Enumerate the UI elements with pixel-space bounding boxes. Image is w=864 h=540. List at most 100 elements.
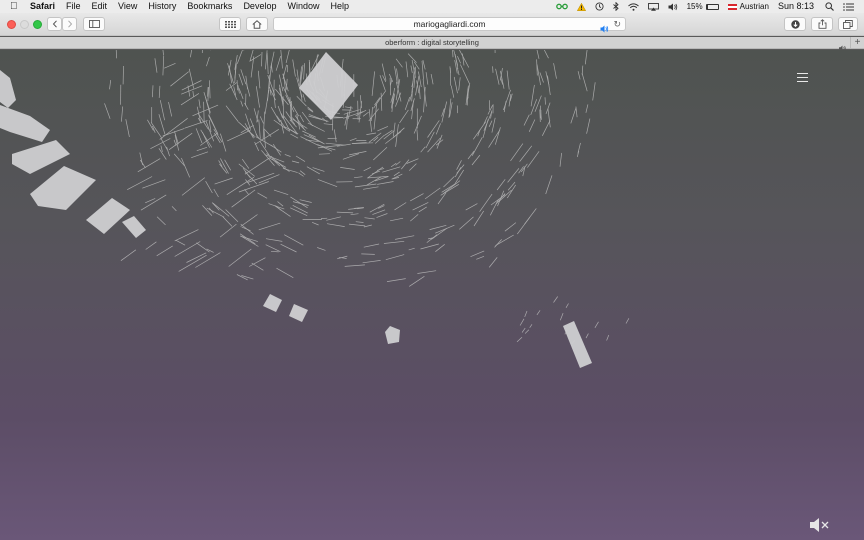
streak-line [443, 180, 461, 194]
streak-line [174, 229, 199, 242]
page-canvas[interactable] [0, 50, 864, 540]
streak-line [317, 179, 338, 188]
streak-line [270, 63, 273, 73]
address-url: mariogagliardi.com [413, 19, 486, 29]
menu-app-safari[interactable]: Safari [30, 0, 55, 13]
streak-line [190, 50, 192, 58]
streak-line [393, 171, 400, 177]
menu-view[interactable]: View [118, 0, 137, 13]
streak-line [410, 65, 413, 74]
streak-line [191, 151, 209, 159]
home-button[interactable] [246, 17, 268, 31]
streak-line [385, 254, 405, 261]
streak-line [413, 61, 420, 70]
window-minimize-button[interactable] [20, 20, 29, 29]
streak-line [333, 129, 337, 143]
sidebar-button[interactable] [83, 17, 105, 31]
link-icon[interactable] [555, 3, 568, 10]
streak-line [220, 133, 227, 152]
streak-line [336, 211, 354, 214]
audio-playing-icon[interactable] [600, 20, 609, 38]
streak-line [291, 160, 300, 164]
top-sites-button[interactable] [219, 17, 241, 31]
window-maximize-button[interactable] [33, 20, 42, 29]
notification-center-icon[interactable] [843, 2, 854, 11]
streak-line [586, 118, 591, 134]
streak-line [507, 181, 516, 191]
apple-icon[interactable]:  [10, 0, 24, 13]
back-button[interactable] [47, 17, 62, 31]
tab-overview-button[interactable] [838, 17, 858, 31]
streak-line [606, 334, 610, 341]
new-tab-button[interactable]: + [850, 37, 864, 49]
streak-line [491, 117, 496, 133]
clock[interactable]: Sun 8:13 [778, 0, 814, 13]
menu-help[interactable]: Help [330, 0, 349, 13]
streak-line [392, 122, 396, 137]
streak-line [265, 50, 268, 70]
streak-line [539, 72, 544, 83]
streak-line [239, 233, 256, 245]
streak-line [355, 221, 364, 223]
menu-develop[interactable]: Develop [243, 0, 276, 13]
time-machine-icon[interactable] [595, 2, 604, 11]
window-close-button[interactable] [7, 20, 16, 29]
streak-line [456, 164, 465, 174]
streak-line [383, 240, 405, 244]
share-button[interactable] [811, 17, 833, 31]
streak-line [206, 56, 210, 67]
warning-icon[interactable] [576, 2, 586, 11]
download-icon [790, 19, 800, 29]
menu-file[interactable]: File [66, 0, 81, 13]
streak-line [376, 213, 388, 218]
input-source[interactable]: Austrian [727, 0, 769, 13]
bluetooth-icon[interactable] [612, 2, 619, 11]
streak-line [470, 250, 485, 258]
streak-line [559, 312, 564, 321]
streak-line [424, 187, 441, 200]
muted-speaker-icon[interactable] [809, 517, 829, 533]
streak-line [530, 84, 535, 107]
spotlight-icon[interactable] [825, 2, 834, 11]
streak-line [377, 181, 394, 185]
battery-status[interactable]: 15% [687, 0, 719, 13]
streak-line [575, 106, 578, 118]
streak-line [299, 114, 305, 123]
streak-line [120, 249, 137, 261]
digital-artwork [0, 50, 630, 368]
streak-line [405, 61, 409, 78]
wifi-icon[interactable] [627, 2, 639, 11]
streak-line [299, 199, 312, 203]
streak-line [488, 129, 501, 148]
shape-chip-3 [385, 326, 400, 344]
tab-title[interactable]: oberform : digital storytelling [0, 37, 864, 49]
reload-icon[interactable]: ↻ [613, 19, 621, 30]
streak-line [325, 142, 346, 146]
downloads-button[interactable] [784, 17, 806, 31]
streak-line [545, 175, 553, 195]
streak-line [527, 151, 540, 168]
streak-line [521, 327, 526, 333]
streak-line [258, 222, 281, 231]
airplay-icon[interactable] [647, 2, 659, 11]
streak-line [585, 333, 589, 339]
menu-window[interactable]: Window [287, 0, 319, 13]
streak-line [261, 51, 263, 67]
streak-line [282, 96, 284, 120]
volume-icon[interactable] [668, 3, 678, 11]
streak-line [517, 217, 530, 235]
streak-line [259, 116, 264, 124]
streak-line [457, 55, 461, 64]
streak-line [377, 126, 389, 132]
streak-line [285, 50, 290, 63]
austria-flag-icon [727, 3, 737, 10]
menu-history[interactable]: History [148, 0, 176, 13]
streak-line [228, 248, 252, 267]
menu-bookmarks[interactable]: Bookmarks [187, 0, 232, 13]
forward-button[interactable] [62, 17, 77, 31]
hamburger-icon[interactable] [797, 73, 808, 82]
streak-line [246, 83, 251, 97]
address-bar[interactable]: mariogagliardi.com ↻ [273, 17, 626, 33]
streak-line [125, 119, 130, 137]
menu-edit[interactable]: Edit [92, 0, 108, 13]
